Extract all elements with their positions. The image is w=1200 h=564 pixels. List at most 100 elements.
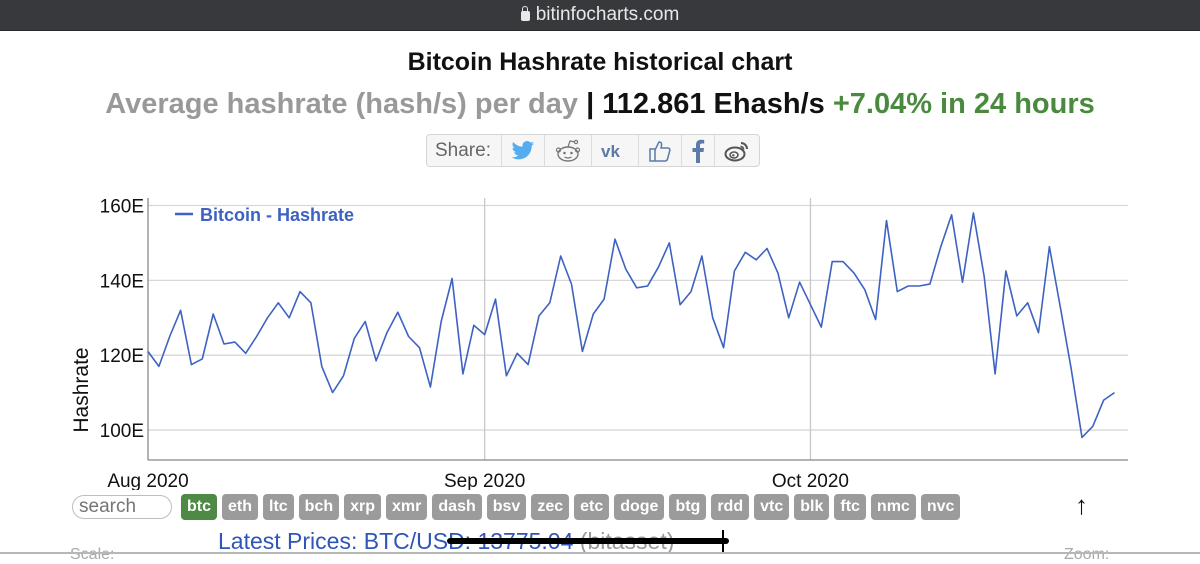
data-point[interactable] [471,322,477,328]
data-point[interactable] [178,307,184,313]
data-point[interactable] [601,296,607,302]
coin-button-ltc[interactable]: ltc [263,494,294,520]
coin-button-eth[interactable]: eth [222,494,258,520]
data-point[interactable] [514,350,520,356]
share-facebook-button[interactable] [680,135,714,166]
data-point[interactable] [558,253,564,259]
data-point[interactable] [981,274,987,280]
coin-button-xrp[interactable]: xrp [344,494,382,520]
data-point[interactable] [829,259,835,265]
coin-button-doge[interactable]: doge [614,494,665,520]
data-point[interactable] [873,317,879,323]
data-point[interactable] [330,390,336,396]
data-point[interactable] [493,296,499,302]
data-point[interactable] [1003,268,1009,274]
data-point[interactable] [1101,397,1107,403]
coin-button-zec[interactable]: zec [531,494,570,520]
coin-search-input[interactable] [72,495,172,519]
data-point[interactable] [612,236,618,242]
data-point[interactable] [699,253,705,259]
coin-button-nvc[interactable]: nvc [920,494,961,520]
data-point[interactable] [536,313,542,319]
data-point[interactable] [482,332,488,338]
data-point[interactable] [905,283,911,289]
data-point[interactable] [547,300,553,306]
data-point[interactable] [1090,423,1096,429]
share-like-button[interactable] [637,135,681,166]
data-point[interactable] [590,311,596,317]
data-point[interactable] [384,330,390,336]
data-point[interactable] [243,350,249,356]
data-point[interactable] [916,283,922,289]
data-point[interactable] [1112,390,1118,396]
data-point[interactable] [731,268,737,274]
data-point[interactable] [438,319,444,325]
data-point[interactable] [351,335,357,341]
data-point[interactable] [960,279,966,285]
data-point[interactable] [264,315,270,321]
data-point[interactable] [677,302,683,308]
coin-button-btg[interactable]: btg [669,494,707,520]
data-point[interactable] [938,244,944,250]
data-point[interactable] [199,356,205,362]
data-point[interactable] [449,275,455,281]
data-point[interactable] [775,270,781,276]
data-point[interactable] [655,264,661,270]
data-point[interactable] [145,348,151,354]
data-point[interactable] [851,270,857,276]
data-point[interactable] [297,289,303,295]
data-point[interactable] [623,266,629,272]
coin-button-rdd[interactable]: rdd [711,494,750,520]
data-point[interactable] [894,289,900,295]
data-point[interactable] [188,362,194,368]
share-twitter-button[interactable] [500,135,544,166]
data-point[interactable] [764,246,770,252]
coin-button-bch[interactable]: bch [298,494,340,520]
data-point[interactable] [807,302,813,308]
data-point[interactable] [460,371,466,377]
data-point[interactable] [645,283,651,289]
data-point[interactable] [286,315,292,321]
data-point[interactable] [1025,300,1031,306]
data-point[interactable] [362,319,368,325]
data-point[interactable] [883,217,889,223]
data-point[interactable] [210,311,216,317]
data-point[interactable] [1057,304,1063,310]
data-point[interactable] [742,249,748,255]
scroll-top-icon[interactable]: ↑ [1075,490,1088,521]
coin-button-bsv[interactable]: bsv [486,494,527,520]
data-point[interactable] [927,281,933,287]
data-point[interactable] [167,333,173,339]
coin-button-dash[interactable]: dash [432,494,482,520]
coin-button-etc[interactable]: etc [574,494,610,520]
data-point[interactable] [569,281,575,287]
data-point[interactable] [221,341,227,347]
data-point[interactable] [427,384,433,390]
browser-url-bar[interactable]: bitinfocharts.com [0,0,1200,31]
data-point[interactable] [503,373,509,379]
data-point[interactable] [319,363,325,369]
share-reddit-button[interactable] [543,135,591,166]
share-weibo-button[interactable] [713,135,759,166]
data-point[interactable] [406,333,412,339]
data-point[interactable] [753,257,759,263]
hashrate-chart[interactable]: 100E 120E 140E 160E Aug 2020 Sep 2020 Oct 2020… [0,190,1200,490]
coin-button-xmr[interactable]: xmr [386,494,428,520]
data-point[interactable] [417,345,423,351]
data-point[interactable] [1014,313,1020,319]
coin-button-nmc[interactable]: nmc [870,494,916,520]
data-point[interactable] [862,287,868,293]
data-point[interactable] [1068,365,1074,371]
data-point[interactable] [232,339,238,345]
data-point[interactable] [1079,435,1085,441]
data-point[interactable] [710,315,716,321]
data-point[interactable] [579,348,585,354]
data-point[interactable] [395,309,401,315]
data-point[interactable] [254,333,260,339]
share-vk-button[interactable]: vk [590,135,638,166]
data-point[interactable] [1036,330,1042,336]
data-point[interactable] [373,358,379,364]
data-point[interactable] [721,345,727,351]
coin-button-blk[interactable]: blk [794,494,830,520]
data-point[interactable] [525,362,531,368]
